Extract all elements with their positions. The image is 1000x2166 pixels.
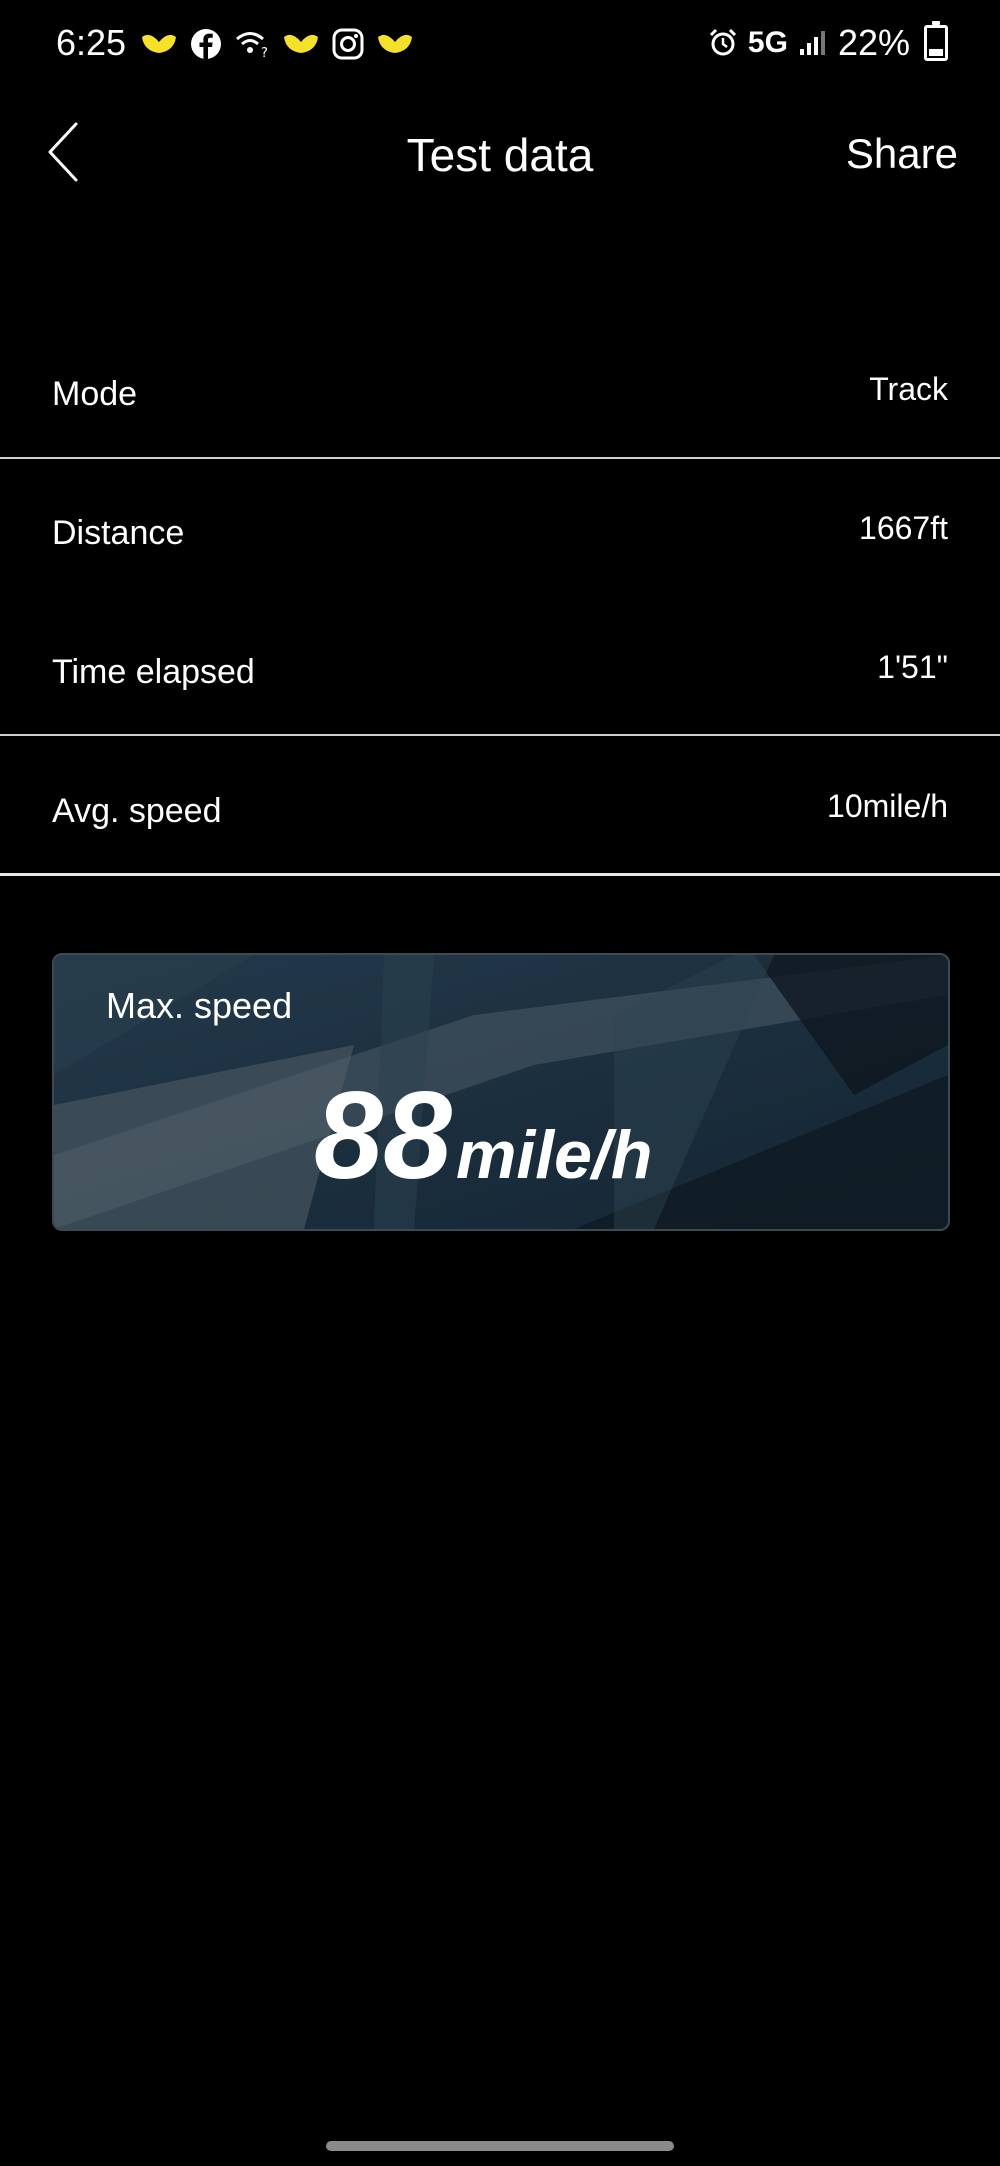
max-speed-readout: 88mile/h (314, 1065, 652, 1207)
signal-icon (799, 31, 825, 55)
facebook-icon (191, 29, 221, 60)
svg-text:?: ? (261, 46, 268, 59)
wifi-icon: ? (236, 32, 268, 59)
mode-row: Mode Track (0, 335, 1000, 455)
row-label: Distance (52, 514, 185, 552)
distance-row: Distance 1667ft (0, 474, 1000, 594)
row-label: Time elapsed (52, 653, 255, 691)
alarm-icon (709, 28, 736, 56)
notification-app-icon (378, 34, 412, 53)
battery-icon (924, 21, 948, 61)
row-value: 1667ft (859, 510, 948, 546)
max-speed-card: Max. speed 88mile/h (52, 953, 950, 1231)
divider (0, 457, 1000, 459)
app-header: Test data Share (0, 100, 1000, 210)
row-label: Avg. speed (52, 792, 222, 830)
max-speed-label: Max. speed (106, 985, 293, 1026)
row-label: Mode (52, 375, 138, 413)
max-speed-unit: mile/h (455, 1117, 653, 1193)
divider (0, 873, 1000, 876)
divider (0, 734, 1000, 736)
share-button[interactable]: Share (846, 130, 958, 178)
avg-speed-row: Avg. speed 10mile/h (0, 752, 1000, 872)
home-indicator[interactable] (326, 2141, 674, 2151)
instagram-icon (332, 28, 364, 60)
battery-percent: 22% (837, 22, 910, 63)
notification-app-icon (142, 34, 176, 53)
notification-app-icon (284, 34, 318, 53)
system-status: 5G 22% (708, 21, 948, 64)
status-bar: 6:25 ? 5G 22% (0, 0, 1000, 90)
network-type: 5G (747, 26, 788, 59)
max-speed-value: 88 (314, 1067, 452, 1205)
notification-icons: ? (140, 28, 414, 60)
row-value: 1'51" (877, 649, 948, 685)
time-elapsed-row: Time elapsed 1'51" (0, 613, 1000, 733)
row-value: Track (869, 371, 948, 407)
row-value: 10mile/h (827, 788, 948, 824)
status-time: 6:25 (56, 22, 127, 63)
